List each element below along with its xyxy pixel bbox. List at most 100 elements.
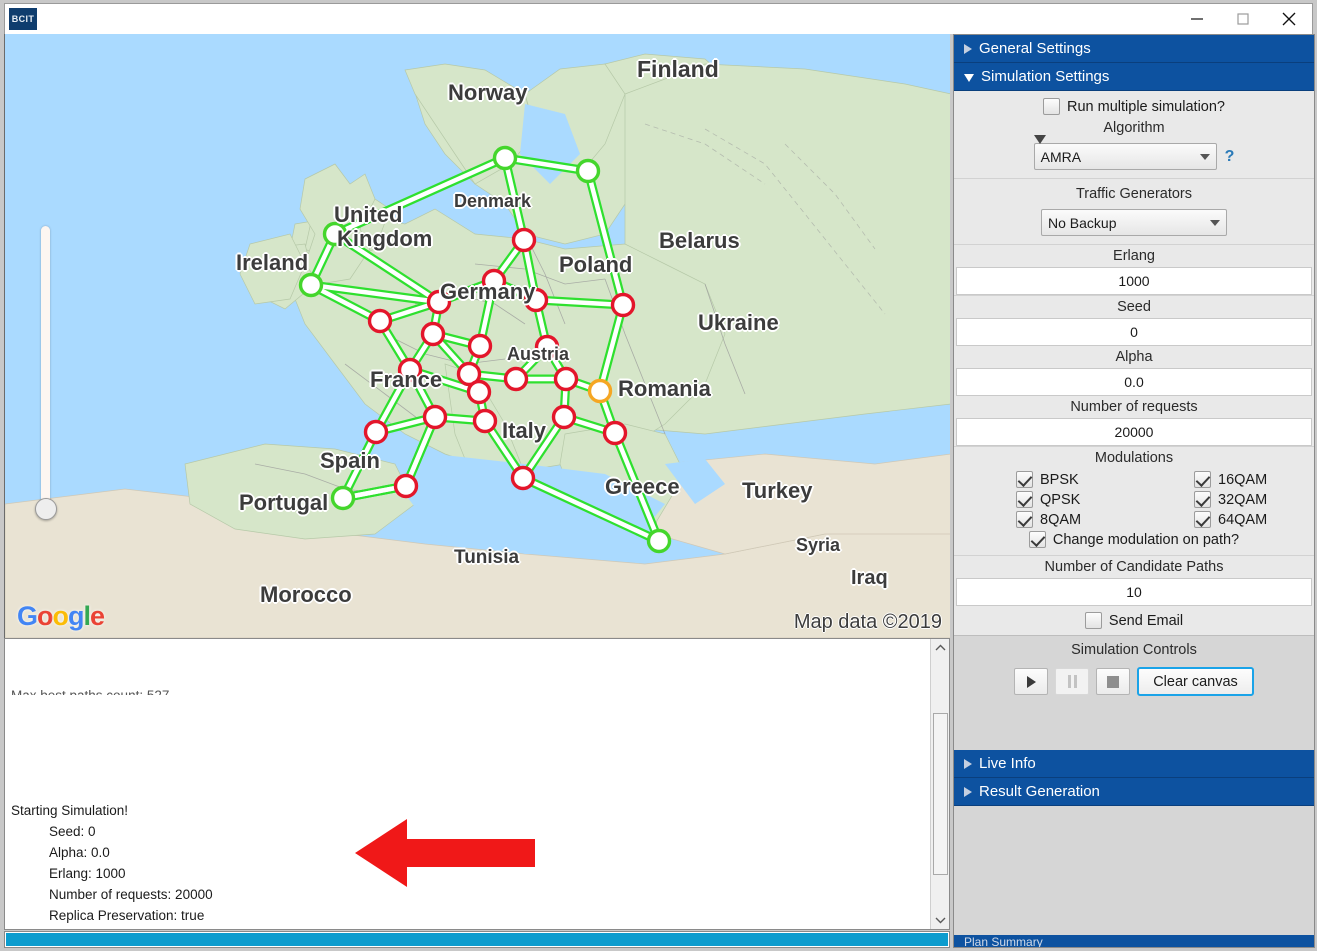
network-link (585, 168, 626, 308)
section-plan-summary[interactable]: Plan Summary (954, 935, 1314, 947)
send-email-checkbox[interactable]: Send Email (1084, 612, 1184, 629)
algorithm-row: AMRA ? (954, 135, 1314, 178)
map-zoom-slider-track[interactable] (41, 226, 50, 511)
algorithm-label: Algorithm (1103, 120, 1165, 136)
network-node[interactable] (551, 404, 577, 430)
clear-canvas-button[interactable]: Clear canvas (1137, 667, 1254, 696)
network-node[interactable] (510, 465, 536, 491)
run-multiple-checkbox[interactable]: Run multiple simulation? (1043, 98, 1225, 115)
network-node[interactable] (646, 528, 672, 554)
network-node[interactable] (467, 333, 493, 359)
section-result-generation[interactable]: Result Generation (954, 778, 1314, 806)
log-line: Blocked Spectrum: 0.4056403322387483% (11, 926, 924, 929)
network-node[interactable] (330, 485, 356, 511)
network-link (332, 155, 508, 237)
network-node[interactable] (511, 227, 537, 253)
modulation-label: 8QAM (1040, 511, 1082, 528)
network-node[interactable] (397, 357, 423, 383)
simulation-settings-body: Run multiple simulation? Algorithm AMRA … (954, 91, 1314, 635)
erlang-input[interactable]: 1000 (956, 267, 1312, 295)
network-node[interactable] (602, 420, 628, 446)
section-simulation-settings-label: Simulation Settings (981, 68, 1110, 85)
section-live-info-label: Live Info (979, 755, 1036, 772)
num-requests-label: Number of requests (1070, 399, 1198, 415)
modulation-label: 32QAM (1218, 491, 1268, 508)
network-node[interactable] (420, 321, 446, 347)
play-button[interactable] (1014, 668, 1049, 695)
network-map[interactable]: Norway Finland Denmark United Kingdom Ireland… (4, 34, 950, 638)
network-node[interactable] (363, 419, 389, 445)
section-simulation-settings[interactable]: Simulation Settings (954, 63, 1314, 91)
maximize-icon[interactable] (1220, 4, 1266, 35)
section-live-info[interactable]: Live Info (954, 750, 1314, 778)
stop-button[interactable] (1096, 668, 1131, 695)
network-node[interactable] (393, 473, 419, 499)
log-scrollbar-track[interactable] (931, 657, 950, 911)
network-node[interactable] (492, 145, 518, 171)
simulation-controls-section: Simulation Controls Clear canvas (954, 635, 1314, 750)
network-node[interactable] (523, 287, 549, 313)
modulation-checkbox-32qam[interactable]: 32QAM (1134, 491, 1267, 508)
network-node[interactable] (322, 221, 348, 247)
network-node[interactable] (534, 334, 560, 360)
traffic-generators-row: No Backup (954, 205, 1314, 244)
algorithm-select[interactable]: AMRA (1033, 135, 1217, 170)
chevron-down-icon (1199, 153, 1210, 160)
stop-icon (1107, 675, 1120, 688)
window-controls (1174, 4, 1312, 35)
network-node[interactable] (575, 158, 601, 184)
pause-button[interactable] (1055, 668, 1090, 695)
controls-spacer (954, 706, 1314, 750)
send-email-row: Send Email (954, 606, 1314, 635)
modulation-checkbox-64qam[interactable]: 64QAM (1134, 511, 1267, 528)
scroll-up-icon[interactable] (931, 639, 950, 657)
checkbox-box (1016, 491, 1033, 508)
network-node[interactable] (610, 292, 636, 318)
checkbox-box (1084, 612, 1102, 629)
checkbox-box (1194, 491, 1211, 508)
network-node[interactable] (481, 268, 507, 294)
section-general-settings[interactable]: General Settings (954, 35, 1314, 63)
network-node[interactable] (298, 272, 324, 298)
scroll-down-icon[interactable] (931, 911, 950, 929)
run-multiple-row: Run multiple simulation? (954, 91, 1314, 117)
candidate-paths-input[interactable]: 10 (956, 578, 1312, 606)
network-node[interactable] (367, 308, 393, 334)
network-node[interactable] (503, 366, 529, 392)
network-node[interactable] (472, 408, 498, 434)
algorithm-help-icon[interactable]: ? (1225, 148, 1235, 166)
map-zoom-slider-thumb[interactable] (35, 498, 57, 520)
modulations-grid: BPSK 16QAM QPSK 32QAM 8QAM 64QAM (954, 469, 1314, 528)
network-node[interactable] (553, 366, 579, 392)
network-overlay[interactable] (5, 34, 950, 638)
log-scrollbar-thumb[interactable] (932, 713, 948, 875)
checkbox-box (1016, 511, 1033, 528)
network-node[interactable] (587, 378, 613, 404)
play-icon (1026, 675, 1036, 688)
checkbox-box (1194, 511, 1211, 528)
modulation-checkbox-8qam[interactable]: 8QAM (954, 511, 1081, 528)
modulation-checkbox-qpsk[interactable]: QPSK (954, 491, 1080, 508)
modulation-checkbox-16qam[interactable]: 16QAM (1134, 471, 1267, 488)
modulations-label: Modulations (1094, 450, 1174, 466)
send-email-label: Send Email (1108, 612, 1184, 629)
log-scrollbar[interactable] (930, 639, 949, 929)
annotation-arrow-left-icon (355, 819, 535, 887)
seed-input[interactable]: 0 (956, 318, 1312, 346)
minimize-icon[interactable] (1174, 4, 1220, 35)
google-logo: Google (17, 601, 105, 631)
network-node[interactable] (426, 289, 452, 315)
checkbox-box (1028, 531, 1046, 548)
change-modulation-checkbox[interactable]: Change modulation on path? (1028, 531, 1239, 548)
network-node[interactable] (466, 379, 492, 405)
network-link (502, 155, 527, 243)
close-icon[interactable] (1266, 4, 1312, 35)
checkbox-box (1194, 471, 1211, 488)
network-node[interactable] (422, 404, 448, 430)
num-requests-input[interactable]: 20000 (956, 418, 1312, 446)
alpha-input[interactable]: 0.0 (956, 368, 1312, 396)
traffic-generators-value: No Backup (1048, 214, 1117, 231)
modulation-checkbox-bpsk[interactable]: BPSK (954, 471, 1079, 488)
traffic-generators-select[interactable]: No Backup (1041, 209, 1227, 236)
simulation-progress-bar (4, 931, 950, 948)
